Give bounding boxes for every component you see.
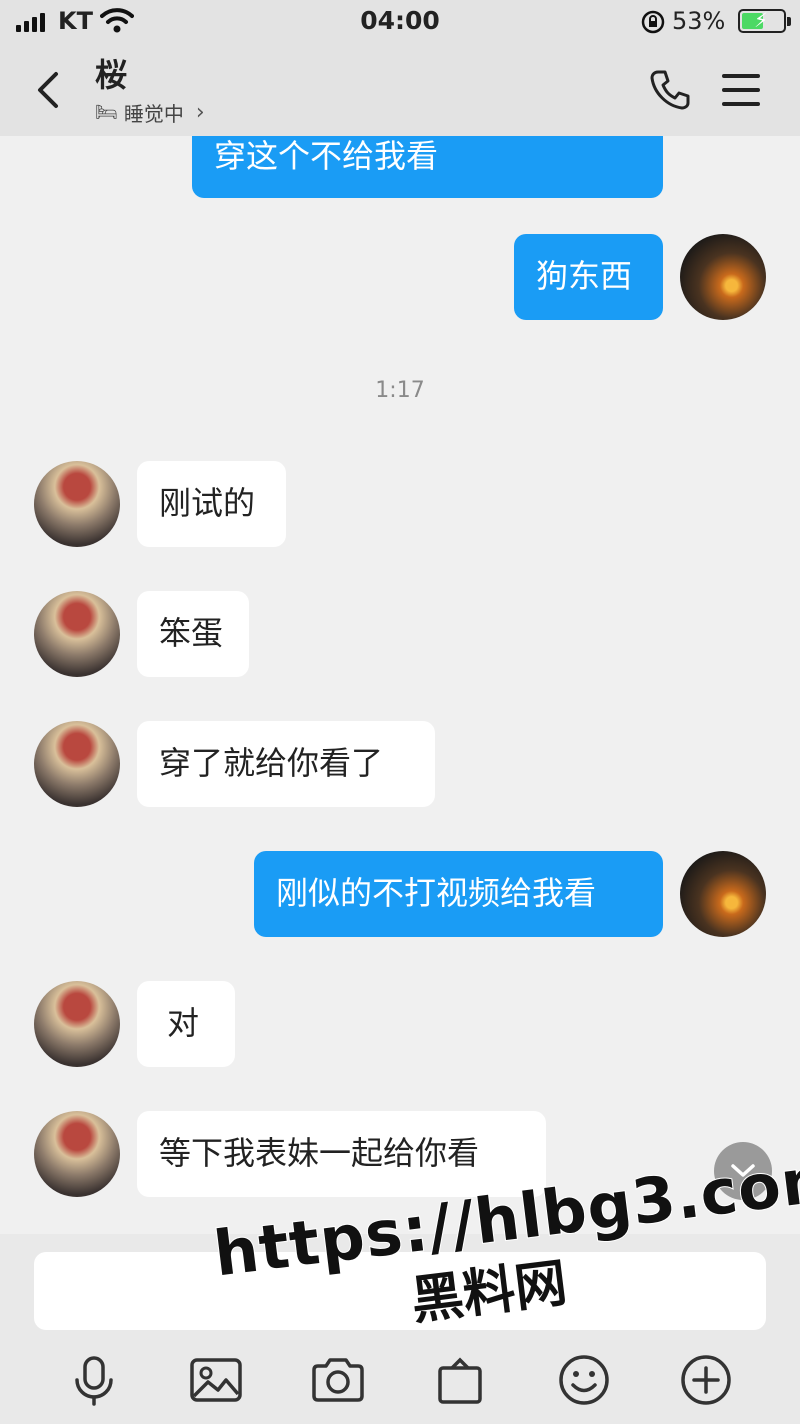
message-bubble-incoming[interactable]: 刚试的 — [137, 461, 286, 547]
add-icon[interactable] — [678, 1352, 734, 1408]
chevron-right-icon: › — [195, 100, 205, 125]
message-timestamp: 1:17 — [375, 378, 425, 403]
gift-icon[interactable] — [432, 1352, 488, 1408]
status-bar: KT 04:00 53% ⚡ — [0, 0, 800, 44]
my-avatar[interactable] — [680, 851, 766, 937]
contact-avatar[interactable] — [34, 591, 120, 677]
menu-icon[interactable] — [722, 74, 760, 106]
back-arrow-icon[interactable] — [30, 68, 70, 112]
chat-header: 桜 🛏 睡觉中 › — [0, 44, 800, 136]
rotation-lock-icon — [641, 10, 665, 34]
contact-status-label: 睡觉中 — [123, 102, 184, 126]
message-bubble-incoming[interactable]: 笨蛋 — [137, 591, 249, 677]
message-bubble-outgoing[interactable]: 穿这个不给我看 — [192, 136, 663, 198]
contact-status[interactable]: 🛏 睡觉中 › — [95, 98, 205, 127]
battery-percent: 53% — [672, 7, 726, 35]
microphone-icon[interactable] — [66, 1352, 122, 1408]
message-bubble-outgoing[interactable]: 狗东西 — [514, 234, 663, 320]
message-list[interactable]: 穿这个不给我看 狗东西 1:17 刚试的 笨蛋 穿了就给你看了 刚似的不打视频给… — [0, 136, 800, 1234]
phone-icon[interactable] — [648, 68, 692, 112]
message-bubble-incoming[interactable]: 穿了就给你看了 — [137, 721, 435, 807]
contact-avatar[interactable] — [34, 1111, 120, 1197]
message-bubble-incoming[interactable]: 对 — [137, 981, 235, 1067]
contact-name[interactable]: 桜 — [95, 50, 127, 96]
emoji-icon[interactable] — [556, 1352, 612, 1408]
contact-avatar[interactable] — [34, 981, 120, 1067]
message-bubble-outgoing[interactable]: 刚似的不打视频给我看 — [254, 851, 663, 937]
bed-icon: 🛏 — [95, 102, 118, 123]
my-avatar[interactable] — [680, 234, 766, 320]
battery-charging-icon: ⚡ — [738, 8, 791, 33]
contact-avatar[interactable] — [34, 721, 120, 807]
contact-avatar[interactable] — [34, 461, 120, 547]
